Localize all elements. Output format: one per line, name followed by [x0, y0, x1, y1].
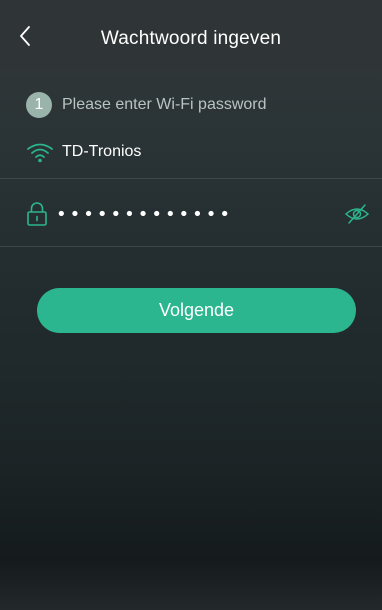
page-title: Wachtwoord ingeven [100, 28, 282, 49]
lock-icon [27, 202, 47, 226]
app-header: Wachtwoord ingeven [0, 0, 382, 70]
eye-off-icon[interactable] [344, 203, 370, 225]
password-input[interactable] [56, 199, 344, 229]
network-info: TD-Tronios [26, 140, 141, 164]
network-ssid: TD-Tronios [62, 143, 142, 160]
step-instruction: 1 Please enter Wi-Fi password [26, 92, 267, 118]
divider-bottom [0, 246, 382, 247]
step-instruction-text: Please enter Wi-Fi password [62, 96, 267, 113]
next-button[interactable]: Volgende [37, 288, 356, 333]
divider-top [0, 178, 382, 179]
password-row [26, 196, 370, 232]
wifi-icon [27, 143, 53, 163]
step-number-badge: 1 [26, 92, 52, 118]
